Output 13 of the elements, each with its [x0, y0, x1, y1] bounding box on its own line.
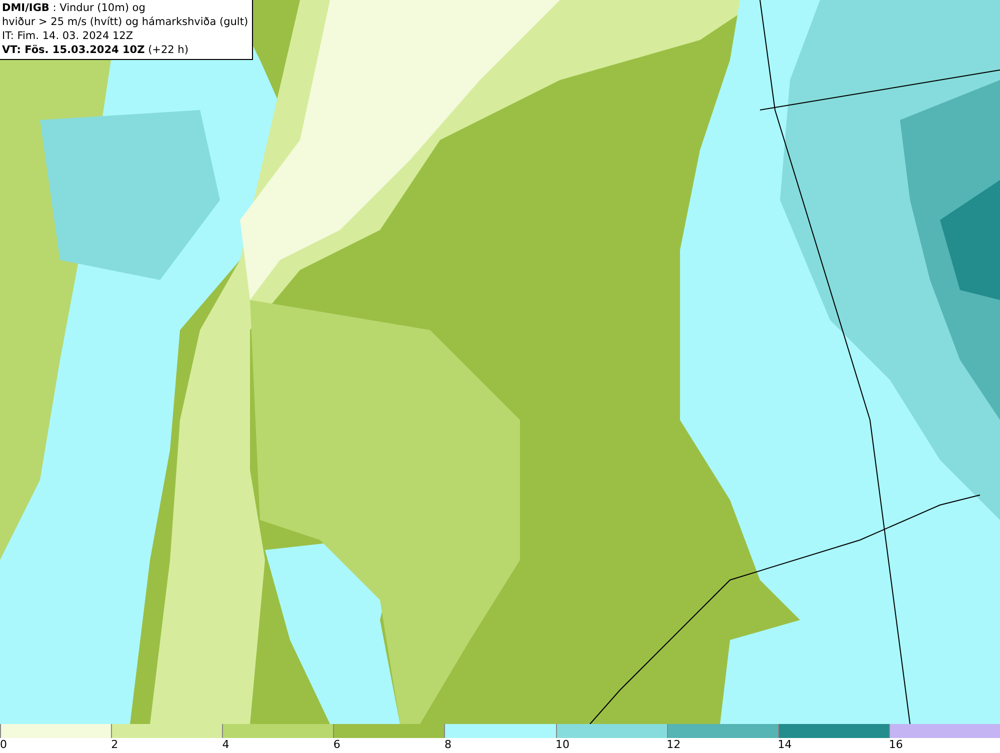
title-line: IT: Fim. 14. 03. 2024 12Z: [2, 29, 134, 43]
legend-label: 6: [333, 738, 340, 752]
legend-label: 4: [222, 738, 230, 752]
title-line: VT: Fös. 15.03.2024 10Z (+22 h): [2, 43, 190, 57]
legend-label: 0: [0, 738, 7, 752]
legend-label: 12: [666, 738, 681, 752]
legend-label: 10: [556, 738, 570, 752]
legend-label: 8: [444, 738, 452, 752]
title-line: DMI/IGB : Vindur (10m) og: [2, 1, 146, 15]
legend-label: 16: [888, 738, 903, 752]
legend-label: 14: [778, 738, 792, 752]
title-line: hviður > 25 m/s (hvítt) og hámarkshviða (gult): [2, 15, 248, 29]
legend-label: 2: [111, 738, 118, 752]
